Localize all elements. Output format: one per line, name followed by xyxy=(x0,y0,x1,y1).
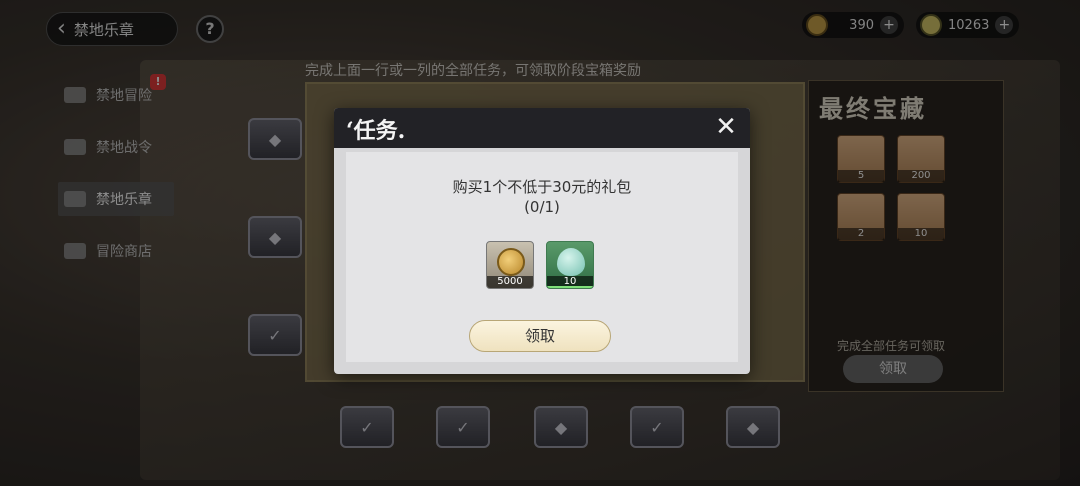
reward-count: 10 xyxy=(547,276,593,288)
task-modal: ‘任务. ✕ 购买1个不低于30元的礼包 (0/1) 5000 10 领取 xyxy=(334,108,750,374)
modal-body: 购买1个不低于30元的礼包 (0/1) 5000 10 领取 xyxy=(346,152,738,362)
task-progress: (0/1) xyxy=(524,198,560,216)
close-icon[interactable]: ✕ xyxy=(712,114,740,142)
claim-button[interactable]: 领取 xyxy=(469,320,611,352)
reward-coin[interactable]: 5000 xyxy=(486,241,534,289)
egg-icon xyxy=(557,248,585,276)
coin-icon xyxy=(497,248,525,276)
modal-header: ‘任务. ✕ xyxy=(334,108,750,148)
task-description: 购买1个不低于30元的礼包 xyxy=(452,178,632,196)
modal-title: ‘任务. xyxy=(346,118,406,144)
reward-count: 5000 xyxy=(487,276,533,288)
reward-egg[interactable]: 10 xyxy=(546,241,594,289)
